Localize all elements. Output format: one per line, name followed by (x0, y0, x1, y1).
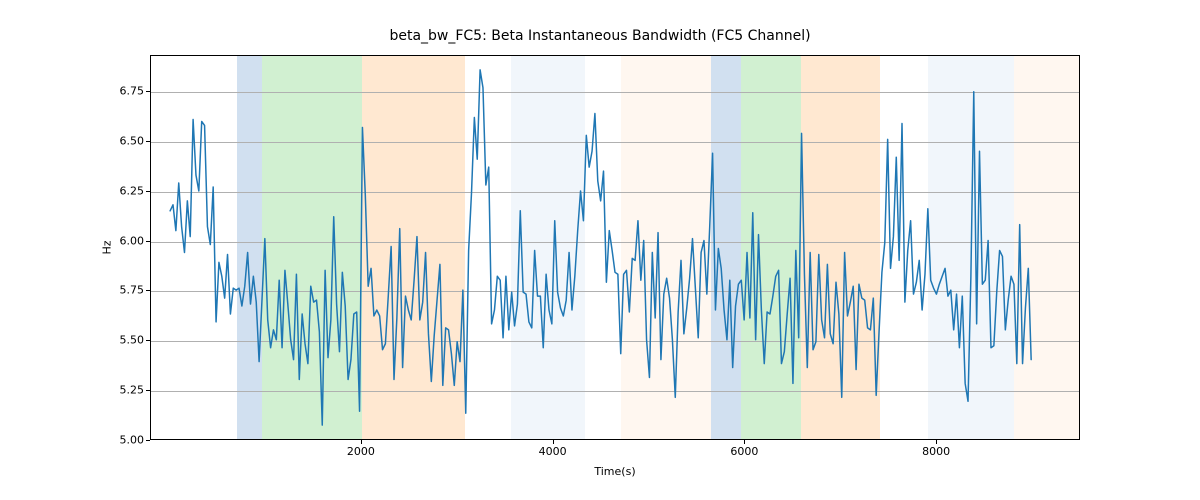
x-tick-label: 4000 (539, 445, 567, 458)
y-tick-mark (146, 241, 150, 242)
y-tick-mark (146, 340, 150, 341)
y-tick-mark (146, 390, 150, 391)
y-tick-label: 5.50 (94, 334, 144, 347)
x-tick-label: 2000 (347, 445, 375, 458)
y-tick-label: 6.50 (94, 134, 144, 147)
y-tick-label: 5.75 (94, 284, 144, 297)
x-axis-label: Time(s) (150, 465, 1080, 478)
y-tick-mark (146, 191, 150, 192)
y-tick-mark (146, 290, 150, 291)
y-tick-label: 6.25 (94, 184, 144, 197)
y-tick-label: 5.25 (94, 384, 144, 397)
chart-title: beta_bw_FC5: Beta Instantaneous Bandwidt… (0, 28, 1200, 44)
y-axis-label-container: Hz (100, 55, 114, 440)
y-tick-mark (146, 141, 150, 142)
x-tick-mark (553, 440, 554, 444)
figure: beta_bw_FC5: Beta Instantaneous Bandwidt… (0, 0, 1200, 500)
y-tick-label: 5.00 (94, 434, 144, 447)
line-series (151, 56, 1079, 439)
y-tick-mark (146, 440, 150, 441)
y-tick-label: 6.00 (94, 234, 144, 247)
x-tick-label: 8000 (922, 445, 950, 458)
plot-area (150, 55, 1080, 440)
x-tick-label: 6000 (730, 445, 758, 458)
line-path (170, 70, 1031, 425)
x-tick-mark (936, 440, 937, 444)
x-tick-mark (744, 440, 745, 444)
y-tick-label: 6.75 (94, 84, 144, 97)
y-tick-mark (146, 91, 150, 92)
x-tick-mark (361, 440, 362, 444)
